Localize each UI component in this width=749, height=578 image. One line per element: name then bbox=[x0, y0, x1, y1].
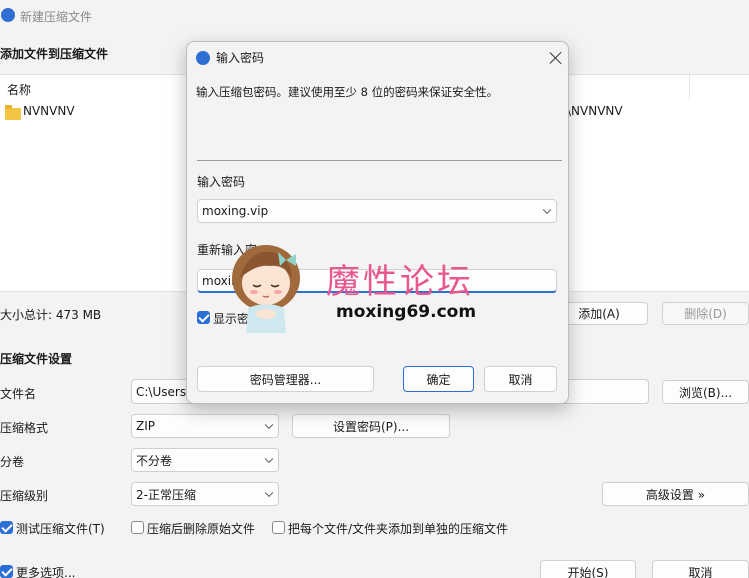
split-select-value: 不分卷 bbox=[136, 453, 173, 468]
advanced-settings-button[interactable]: 高级设置 » bbox=[602, 482, 749, 506]
password-input-value: moxing.vip bbox=[202, 204, 269, 218]
divider bbox=[197, 160, 562, 161]
app-icon bbox=[1, 8, 15, 22]
watermark-logo-text: 魔性论坛 bbox=[326, 262, 474, 302]
level-select[interactable]: 2-正常压缩 bbox=[131, 482, 279, 506]
settings-section-title: 压缩文件设置 bbox=[0, 352, 73, 366]
set-password-button[interactable]: 设置密码(P)... bbox=[292, 414, 450, 438]
close-icon[interactable] bbox=[549, 51, 563, 65]
dialog-app-icon bbox=[196, 51, 210, 65]
format-select-value: ZIP bbox=[136, 419, 155, 433]
column-header-name[interactable]: 名称 bbox=[7, 81, 31, 98]
ok-button[interactable]: 确定 bbox=[403, 366, 474, 392]
main-cancel-button[interactable]: 取消 bbox=[652, 560, 749, 578]
delete-after-checkbox[interactable] bbox=[131, 521, 144, 534]
mascot-image bbox=[232, 245, 300, 333]
format-label: 压缩格式 bbox=[0, 421, 49, 435]
separate-archives-checkbox[interactable] bbox=[272, 521, 285, 534]
title-bar: 新建压缩文件 bbox=[0, 0, 749, 32]
add-files-section-title: 添加文件到压缩文件 bbox=[0, 47, 109, 61]
total-size-label: 大小总计: 473 MB bbox=[0, 308, 102, 322]
password-input[interactable]: moxing.vip bbox=[197, 199, 557, 223]
filename-label: 文件名 bbox=[0, 387, 37, 401]
split-select[interactable]: 不分卷 bbox=[131, 448, 279, 472]
separate-archives-label: 把每个文件/文件夹添加到单独的压缩文件 bbox=[288, 522, 509, 536]
file-path-label: \NVNVNV bbox=[567, 104, 623, 118]
test-archive-label: 测试压缩文件(T) bbox=[16, 522, 105, 536]
chevron-down-icon bbox=[542, 205, 552, 215]
password-dialog: 输入密码 输入压缩包密码。建议使用至少 8 位的密码来保证安全性。 输入密码 m… bbox=[186, 41, 569, 404]
dialog-description: 输入压缩包密码。建议使用至少 8 位的密码来保证安全性。 bbox=[196, 85, 499, 99]
folder-icon bbox=[5, 105, 21, 120]
column-separator bbox=[689, 75, 690, 99]
level-select-value: 2-正常压缩 bbox=[136, 487, 196, 502]
chevron-down-icon bbox=[264, 454, 274, 464]
start-button[interactable]: 开始(S) bbox=[540, 560, 636, 578]
dialog-title: 输入密码 bbox=[216, 51, 265, 65]
delete-after-label: 压缩后删除原始文件 bbox=[147, 522, 256, 536]
dialog-cancel-button[interactable]: 取消 bbox=[484, 366, 557, 392]
delete-button[interactable]: 删除(D) bbox=[662, 302, 749, 325]
window-title: 新建压缩文件 bbox=[20, 10, 93, 24]
password-label: 输入密码 bbox=[197, 175, 246, 189]
test-archive-checkbox[interactable] bbox=[0, 521, 13, 534]
show-password-checkbox[interactable] bbox=[197, 311, 210, 324]
browse-button[interactable]: 浏览(B)... bbox=[662, 380, 749, 404]
level-label: 压缩级别 bbox=[0, 489, 49, 503]
watermark-domain: moxing69.com bbox=[336, 302, 477, 322]
list-item[interactable]: NVNVNV bbox=[4, 103, 124, 121]
split-label: 分卷 bbox=[0, 455, 25, 469]
chevron-down-icon bbox=[264, 420, 274, 430]
format-select[interactable]: ZIP bbox=[131, 414, 279, 438]
more-options-label[interactable]: 更多选项... bbox=[16, 564, 75, 578]
chevron-down-icon bbox=[264, 488, 274, 498]
more-options-checkbox[interactable] bbox=[0, 565, 13, 578]
list-item-label: NVNVNV bbox=[23, 104, 75, 118]
password-manager-button[interactable]: 密码管理器... bbox=[197, 366, 374, 392]
